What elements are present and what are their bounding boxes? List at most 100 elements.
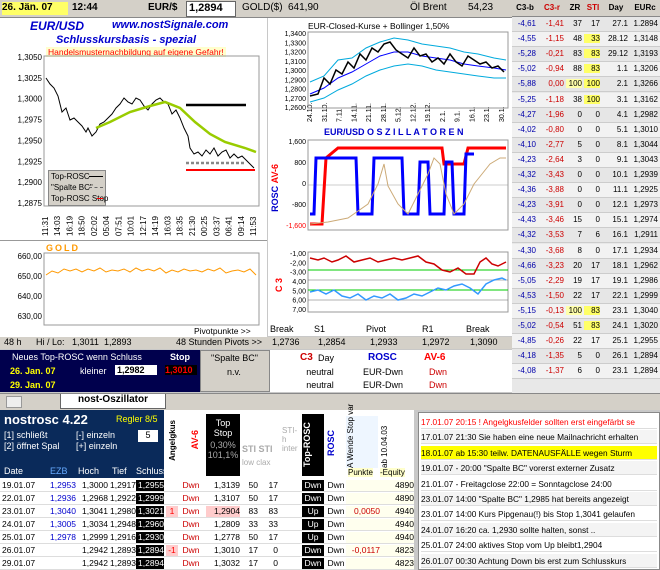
right-table-cell: 1,2925 <box>633 185 658 195</box>
bollinger-ytick: 1,3300 <box>285 40 307 47</box>
wende-header: A Wende Stop var <box>346 404 378 468</box>
top-stop-header: Top Stop 0,30% 101,1% <box>206 414 240 476</box>
right-table-cell: -5,02 <box>517 321 536 330</box>
bollinger-ytick: 1,2700 <box>285 96 307 103</box>
right-table-cell: 0,00 <box>548 79 564 89</box>
bottom-table-cell: 1,2930 <box>136 532 164 543</box>
right-table-cell: 83 <box>584 49 600 59</box>
bottom-table-cell: 1,3032 <box>214 558 240 568</box>
news-item[interactable]: 17.01.07 20:15 ! Angelgkusfelder sollten… <box>421 415 657 429</box>
right-table-row: -4,55 -1,15 48 33 28.12 1,3148 <box>512 32 660 48</box>
gold-ytick: 660,00 <box>18 252 43 261</box>
right-table-cell: 25.1 <box>612 336 628 346</box>
bottom-table-row: 24.01.07 1,3005 1,3034 1,2948 1,2960 Dwn 1,280… <box>0 518 414 531</box>
right-table-cell: -3,88 <box>545 185 564 195</box>
right-table-cell: -1,50 <box>545 290 564 300</box>
tab-scroll-left[interactable] <box>6 396 22 408</box>
right-table-cell: 3.1 <box>616 94 628 104</box>
spin-input[interactable]: 5 <box>138 430 158 442</box>
bottom-table-cell: Up <box>302 506 324 517</box>
news-item[interactable]: 26.01.07 00:30 Achtung Down bis erst zum… <box>421 553 657 568</box>
bottom-table-cell: Dwn <box>182 519 200 529</box>
news-item[interactable]: 21.01.07 - Freitagclose 22:00 = Sonntagc… <box>421 476 657 491</box>
right-table-cell: 22.1 <box>612 290 628 300</box>
right-table-cell: 4.1 <box>616 109 628 119</box>
bollinger-xtick: 31.10. <box>322 102 329 122</box>
pivot-label: Pivotpunkte >> <box>194 326 251 336</box>
right-table-cell: 1,2939 <box>633 170 658 179</box>
right-table-cell: 22 <box>573 336 582 346</box>
main-ytick: 1,3050 <box>18 53 43 62</box>
c3-plot-area <box>307 251 509 313</box>
tab-nost-oszillator[interactable]: nost-Oszillator <box>60 394 166 409</box>
right-table-cell: -4,23 <box>517 200 536 210</box>
right-table-cell: -3,68 <box>545 245 564 255</box>
bottom-table-row: 29.01.07 1,2942 1,2893 1,2894 Dwn 1,3032 17 0 Dw… <box>0 557 414 570</box>
bottom-table-cell: 17 <box>268 480 278 490</box>
news-item[interactable]: 17.01.07 21:30 Sie haben eine neue Mailn… <box>421 430 657 445</box>
main-xtick: 18:35 <box>176 215 185 236</box>
news-item[interactable]: 23.01.07 14:00 "Spalte BC" 1,2985 hat be… <box>421 492 657 506</box>
main-xtick: 03:37 <box>212 215 221 236</box>
news-item[interactable]: 19.01.07 - 20:00 "Spalte BC" vorerst ext… <box>421 461 657 476</box>
right-table-cell: 1,2973 <box>633 200 658 210</box>
bottom-table-cell: 1,2922 <box>110 493 136 503</box>
right-table-row: -4,23 -3,91 0 0 12.1 1,2973 <box>512 198 660 214</box>
right-table-row: -5,25 -1,18 38 100 3.1 1,3162 <box>512 92 660 108</box>
right-table-cell: -0,13 <box>545 305 564 315</box>
right-table-cell: -4,18 <box>517 351 536 361</box>
bottom-table-cell: 1,2942 <box>82 558 108 568</box>
right-table-cell: 1,3043 <box>633 154 658 164</box>
rosc-ytick: 0 <box>302 181 306 188</box>
right-table-cell: 24.1 <box>612 321 628 330</box>
news-item[interactable]: 25.01.07 24:00 aktives Stop vom Up bleib… <box>421 538 657 553</box>
right-table-cell: 17.1 <box>612 245 628 255</box>
oscillator-panel: EUR/USD O S Z I L L A T O R E N ROSC AV-… <box>268 124 512 336</box>
bottom-table-cell: 1,2968 <box>82 493 108 503</box>
spalte-value: n.v. <box>227 367 241 377</box>
bollinger-xtick: 30.1. <box>499 106 506 122</box>
right-table-row: -5,02 -0,94 88 83 1.1 1,3206 <box>512 62 660 78</box>
right-table-cell: 1,3266 <box>633 79 658 89</box>
bottom-table-cell: 83 <box>268 506 278 516</box>
bottom-table-cell: 1,2978 <box>50 532 76 542</box>
news-item[interactable]: 23.01.07 14:00 Kurs Pipgenau(!) bis Stop… <box>421 507 657 522</box>
rosc-blue-line <box>310 152 474 216</box>
bottom-table-cell <box>166 480 178 491</box>
right-table-cell: 1,3010 <box>633 124 658 134</box>
right-table-cell: 1,2894 <box>633 351 658 361</box>
bollinger-xtick: 12.12. <box>410 102 417 122</box>
bottom-table-cell: Dwn <box>182 558 200 568</box>
right-table-cell: -3,91 <box>545 200 564 210</box>
news-item[interactable]: 18.01.07 ab 15:30 teilw. DATENAUSFÄLLE w… <box>421 445 657 460</box>
right-table-cell: 15 <box>573 215 582 225</box>
indicator-av6: AV-6 <box>424 352 446 363</box>
top-rosc-header: Top-ROSC <box>302 414 324 476</box>
top-bar: 26. Jän. 07 12:44 EUR/$ 1,2894 GOLD($) 6… <box>0 0 512 18</box>
news-item[interactable]: 24.01.07 16:20 ca. 1,2930 sollte halten,… <box>421 522 657 537</box>
right-table-cell: 15.1 <box>612 215 628 225</box>
gold-chart-line <box>45 267 257 276</box>
bottom-table-row: 25.01.07 1,2978 1,2999 1,2916 1,2930 Dwn 1,277… <box>0 531 414 544</box>
col-schluss: Schluss <box>136 466 168 476</box>
sti-header: STI STI <box>242 444 273 454</box>
right-table-cell: 5 <box>577 351 582 361</box>
hilo-label: Hi / Lo: <box>36 337 65 347</box>
right-table-cell: 48 <box>573 34 582 44</box>
bottom-table-cell <box>282 506 300 517</box>
bottom-table-cell: 1,2999 <box>82 532 108 542</box>
bollinger-xtick: 23.1. <box>484 106 491 122</box>
right-table-cell: 1,3040 <box>633 305 658 315</box>
pivot-col-s1: S1 <box>314 324 326 334</box>
right-table-cell: 1,3206 <box>633 64 658 74</box>
pivot-col-r1: R1 <box>422 324 434 334</box>
option-2b: [+] einzeln <box>76 441 118 451</box>
hilo-lo: 1,2893 <box>104 337 132 347</box>
bottom-table-row: 23.01.07 1,3040 1,3041 1,2980 1,3021 1 Dwn 1,29… <box>0 505 414 518</box>
bottom-table-row: 19.01.07 1,2953 1,3000 1,2917 1,2955 Dwn 1,313… <box>0 479 414 492</box>
right-table-cell: 17 <box>591 260 600 270</box>
right-table-cell: -4,08 <box>517 366 536 376</box>
bollinger-lower-band <box>309 63 506 103</box>
bottom-table-cell: 17 <box>268 532 278 542</box>
bottom-table-cell <box>282 480 300 491</box>
